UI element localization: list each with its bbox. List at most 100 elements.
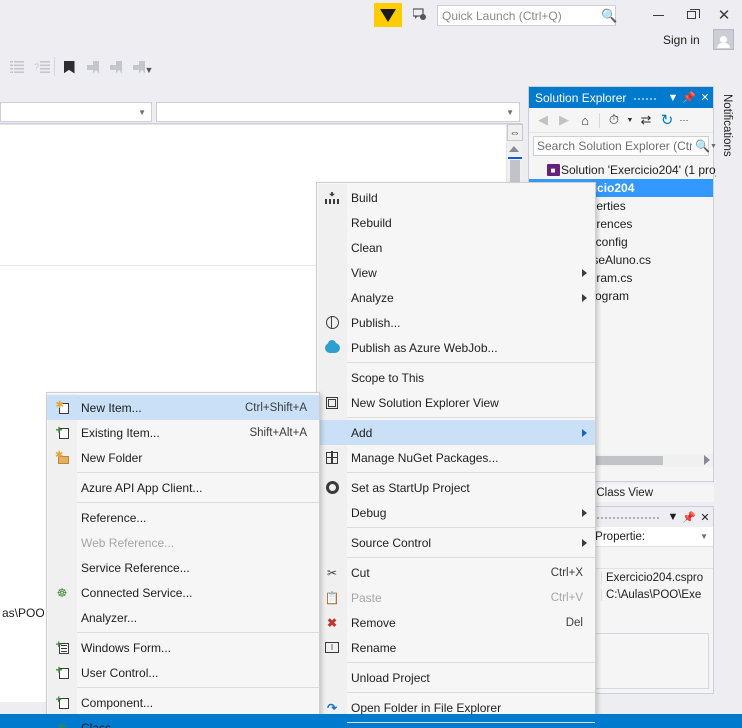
chevron-down-icon[interactable]: ▼	[625, 110, 635, 130]
menu-item-source-control[interactable]: Source Control	[317, 530, 595, 555]
menu-item-build[interactable]: Build	[317, 185, 595, 210]
submenu-item-service-reference[interactable]: Service Reference...	[47, 555, 319, 580]
project-context-menu: Build Rebuild Clean View Analyze Publish…	[316, 182, 596, 728]
back-icon[interactable]: ◀	[533, 110, 553, 130]
editor-navigation-bar: ▼ ▼	[0, 100, 522, 124]
solution-explorer-toolbar: ◀ ▶ ⌂ ⏱ ▼ ⇄ ↻ ⋯	[529, 108, 713, 133]
submenu-item-azure-api-app-client[interactable]: Azure API App Client...	[47, 475, 319, 500]
menu-item-unload-project[interactable]: Unload Project	[317, 665, 595, 690]
menu-item-rename[interactable]: I Rename	[317, 635, 595, 660]
close-button[interactable]: ✕	[711, 4, 737, 26]
menu-item-remove[interactable]: ✖ Remove Del	[317, 610, 595, 635]
indent-list-icon[interactable]	[6, 56, 28, 78]
submenu-item-analyzer[interactable]: Analyzer...	[47, 605, 319, 630]
editor-text-fragment: as\POO	[2, 606, 45, 620]
funnel-glyph	[380, 8, 396, 22]
editor-type-dropdown[interactable]: ▼	[0, 102, 152, 122]
feedback-glyph	[412, 8, 426, 20]
chevron-down-icon[interactable]: ▼	[700, 532, 708, 541]
scroll-marker	[508, 157, 522, 159]
bookmark-icon[interactable]	[58, 56, 80, 78]
menu-item-label: Add	[351, 425, 373, 440]
overflow-icon[interactable]: ⋯	[678, 110, 690, 130]
chevron-down-icon[interactable]: ▼	[665, 92, 681, 104]
new-item-icon: ✱	[47, 401, 77, 414]
submenu-item-reference[interactable]: Reference...	[47, 505, 319, 530]
menu-item-publish[interactable]: Publish...	[317, 310, 595, 335]
search-icon[interactable]: 🔍	[695, 139, 710, 153]
menu-item-label: Component...	[81, 695, 154, 710]
close-icon[interactable]: ✕	[697, 91, 713, 104]
close-icon: ✕	[717, 7, 731, 24]
chevron-down-icon: ▼	[138, 107, 146, 117]
menu-item-label: Publish as Azure WebJob...	[351, 340, 498, 355]
scroll-up-icon[interactable]	[509, 146, 519, 152]
account-icon[interactable]	[713, 29, 734, 50]
refresh-icon[interactable]: ↻	[657, 110, 677, 130]
quick-launch-input[interactable]	[438, 6, 601, 25]
notifications-tab[interactable]: Notifications	[718, 70, 736, 180]
minimize-button[interactable]	[645, 4, 671, 26]
menu-item-label: View	[351, 265, 377, 280]
menu-item-label: Open Folder in File Explorer	[351, 700, 502, 715]
menu-item-label: Remove	[351, 615, 396, 630]
menu-item-label: New Item...	[81, 400, 142, 415]
pending-changes-icon[interactable]: ⏱	[604, 110, 624, 130]
submenu-item-new-item[interactable]: ✱ New Item... Ctrl+Shift+A	[47, 395, 319, 420]
search-input[interactable]	[534, 137, 695, 155]
menu-item-view[interactable]: View	[317, 260, 595, 285]
menu-item-accelerator: Ctrl+Shift+A	[245, 401, 307, 414]
menu-item-label: Reference...	[81, 510, 147, 525]
tree-item-solution[interactable]: ■ Solution 'Exercicio204' (1 proje	[529, 161, 725, 179]
forward-icon[interactable]: ▶	[554, 110, 574, 130]
submenu-item-connected-service[interactable]: ☸ Connected Service...	[47, 580, 319, 605]
menu-item-publish-azure-webjob[interactable]: Publish as Azure WebJob...	[317, 335, 595, 360]
pin-icon[interactable]: 📌	[681, 91, 697, 104]
editor-member-dropdown[interactable]: ▼	[156, 102, 520, 122]
menu-item-label: Clean	[351, 240, 383, 255]
submenu-item-existing-item[interactable]: + Existing Item... Shift+Alt+A	[47, 420, 319, 445]
menu-separator	[347, 472, 595, 473]
solution-explorer-search[interactable]: 🔍 ▼	[533, 136, 717, 156]
home-icon[interactable]: ⌂	[575, 110, 595, 130]
toolbar-overflow-icon[interactable]: ▼	[143, 64, 155, 76]
tab-class-view[interactable]: Class View	[596, 487, 653, 499]
sync-with-active-document-icon[interactable]: ⇄	[636, 110, 656, 130]
menu-item-scope-to-this[interactable]: Scope to This	[317, 365, 595, 390]
scroll-right-icon[interactable]	[704, 455, 710, 465]
quick-launch-box[interactable]: 🔍	[437, 5, 617, 26]
submenu-arrow-icon	[582, 509, 587, 517]
menu-item-new-solution-explorer-view[interactable]: New Solution Explorer View	[317, 390, 595, 415]
next-bookmark-icon[interactable]	[105, 56, 127, 78]
close-icon[interactable]: ✕	[697, 511, 713, 524]
menu-item-label: Build	[351, 190, 378, 205]
menu-item-set-as-startup-project[interactable]: Set as StartUp Project	[317, 475, 595, 500]
gear-icon	[317, 481, 347, 494]
editor-toolbar: ? ▼	[0, 52, 522, 82]
feedback-smiley-icon[interactable]	[410, 6, 430, 24]
split-editor-icon[interactable]: ⇔	[507, 124, 523, 141]
connected-service-icon: ☸	[56, 585, 68, 600]
comment-list-icon[interactable]: ?	[31, 56, 53, 78]
submenu-item-user-control[interactable]: + User Control...	[47, 660, 319, 685]
menu-item-analyze[interactable]: Analyze	[317, 285, 595, 310]
sign-in-link[interactable]: Sign in	[663, 33, 700, 47]
menu-item-cut[interactable]: ✂ Cut Ctrl+X	[317, 560, 595, 585]
menu-item-clean[interactable]: Clean	[317, 235, 595, 260]
menu-item-label: Analyzer...	[81, 610, 138, 625]
search-icon[interactable]: 🔍	[601, 8, 617, 24]
pin-icon[interactable]: 📌	[681, 511, 697, 524]
submenu-item-new-folder[interactable]: ✱ New Folder	[47, 445, 319, 470]
menu-item-rebuild[interactable]: Rebuild	[317, 210, 595, 235]
chevron-down-icon[interactable]: ▼	[665, 511, 681, 523]
menu-item-label: Service Reference...	[81, 560, 190, 575]
menu-item-accelerator: Ctrl+V	[550, 591, 583, 604]
menu-item-manage-nuget-packages[interactable]: Manage NuGet Packages...	[317, 445, 595, 470]
menu-item-add[interactable]: Add	[317, 420, 595, 445]
submenu-item-windows-form[interactable]: + Windows Form...	[47, 635, 319, 660]
maximize-button[interactable]	[678, 4, 704, 26]
submenu-item-component[interactable]: + Component...	[47, 690, 319, 715]
menu-item-debug[interactable]: Debug	[317, 500, 595, 525]
previous-bookmark-icon[interactable]	[82, 56, 104, 78]
funnel-feedback-icon[interactable]	[374, 3, 402, 27]
